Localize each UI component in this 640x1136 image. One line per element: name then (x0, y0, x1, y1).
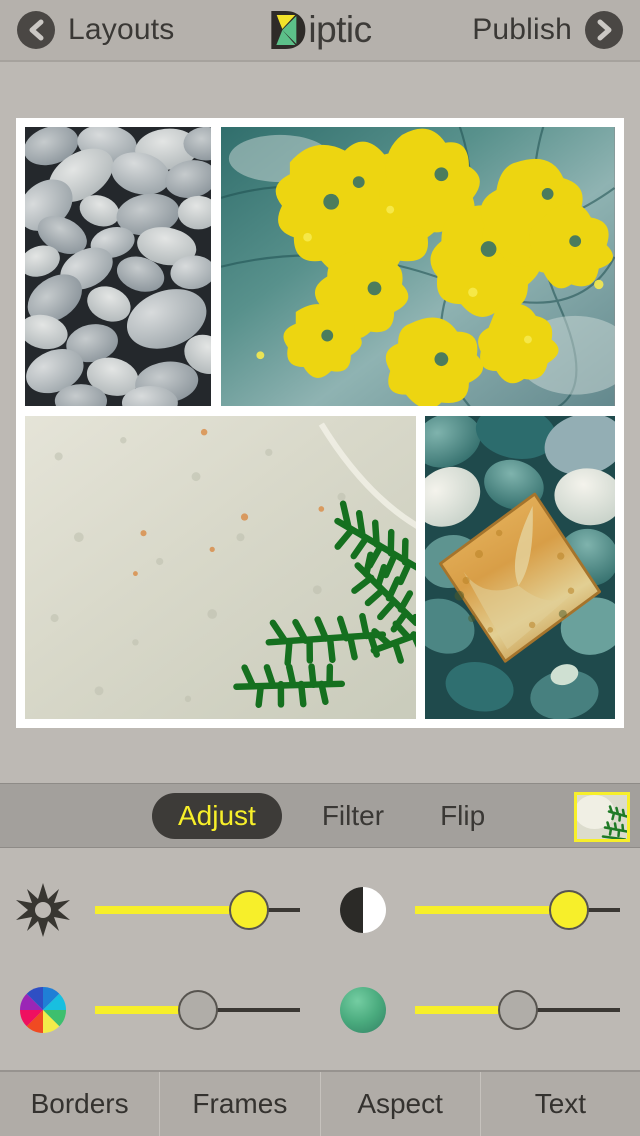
chevron-left-icon[interactable] (17, 11, 55, 49)
tab-adjust[interactable]: Adjust (152, 792, 282, 839)
slider-fill (95, 906, 249, 914)
publish-button[interactable]: Publish (472, 11, 623, 49)
adjust-sliders-panel (0, 848, 640, 1070)
tab-filter[interactable]: Filter (306, 800, 400, 832)
color-wheel-icon (15, 982, 71, 1038)
back-button-label: Layouts (68, 13, 175, 46)
tint-slider-row (320, 960, 640, 1060)
tint-slider[interactable] (415, 988, 620, 1032)
slider-fill (415, 906, 569, 914)
slider-thumb[interactable] (497, 990, 538, 1030)
saturation-slider-row (0, 960, 320, 1060)
saturation-slider[interactable] (95, 988, 300, 1032)
collage-cell-bottom-right[interactable] (425, 415, 615, 719)
publish-button-label: Publish (472, 13, 572, 46)
top-navigation-bar: Layouts iptic Publish (0, 0, 640, 62)
green-sphere-icon (335, 982, 391, 1038)
collage-cell-top-left[interactable] (25, 127, 212, 407)
sun-icon (15, 882, 71, 938)
slider-thumb[interactable] (228, 890, 269, 930)
contrast-slider[interactable] (415, 888, 620, 932)
half-circle-icon (335, 882, 391, 938)
diptic-logo-icon (268, 9, 308, 51)
bottom-toolbar: Borders Frames Aspect Text (0, 1070, 640, 1136)
brightness-slider-row (0, 860, 320, 960)
app-logo: iptic (268, 9, 372, 51)
slider-thumb[interactable] (177, 990, 218, 1030)
collage-frame (16, 118, 624, 728)
collage-grid (25, 127, 615, 719)
bottom-item-borders[interactable]: Borders (0, 1072, 161, 1136)
tab-flip[interactable]: Flip (424, 800, 501, 832)
collage-cell-top-right[interactable] (221, 127, 615, 407)
selected-cell-thumbnail[interactable] (574, 792, 630, 842)
back-to-layouts-button[interactable]: Layouts (17, 11, 174, 49)
brightness-slider[interactable] (95, 888, 300, 932)
slider-thumb[interactable] (548, 890, 589, 930)
contrast-slider-row (320, 860, 640, 960)
bottom-item-frames[interactable]: Frames (160, 1072, 321, 1136)
collage-canvas (0, 62, 640, 783)
chevron-right-icon[interactable] (585, 11, 623, 49)
app-logo-text: iptic (308, 9, 372, 50)
bottom-item-text[interactable]: Text (481, 1072, 640, 1136)
diptic-app-screen: Layouts iptic Publish Adjust Filter Flip… (0, 0, 640, 1136)
edit-mode-tabbar: Adjust Filter Flip (0, 783, 640, 848)
bottom-item-aspect[interactable]: Aspect (321, 1072, 481, 1136)
collage-cell-bottom-left[interactable] (25, 415, 416, 719)
edit-mode-tab-list: Adjust Filter Flip (152, 792, 501, 839)
